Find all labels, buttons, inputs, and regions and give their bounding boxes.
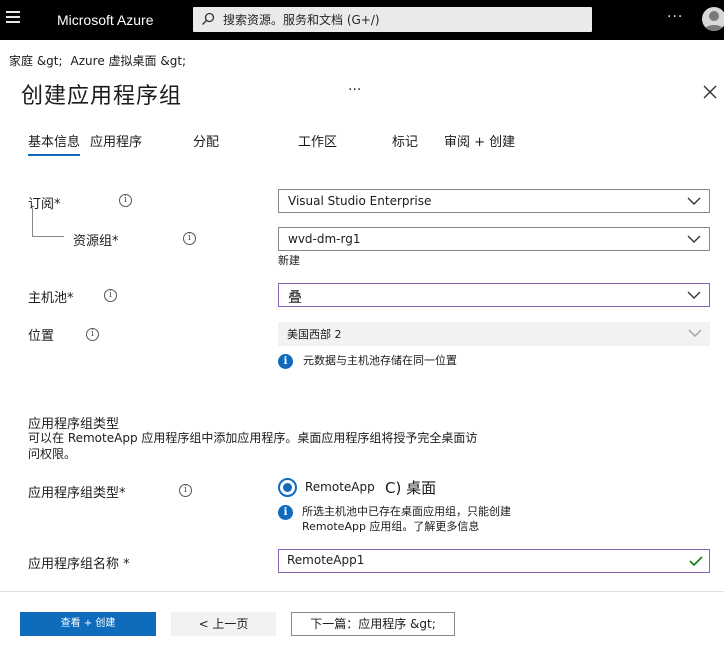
resource-group-info-icon[interactable]: i [183,232,196,245]
subscription-value: Visual Studio Enterprise [288,194,432,208]
brand-name[interactable]: Microsoft Azure [57,12,153,28]
menu-icon[interactable] [6,11,20,25]
search-placeholder[interactable]: 搜索资源。服务和文档 (G+/) [223,11,380,28]
location-value: 美国西部 2 [287,328,342,341]
group-type-note[interactable]: 所选主机池中已存在桌面应用组，只能创建 RemoteApp 应用组。了解更多信息 [302,504,567,534]
page-title: 创建应用程序组 [21,84,183,109]
tab-basics[interactable]: 基本信息 [28,131,81,156]
breadcrumb-home[interactable]: 家庭 &gt; [9,54,63,68]
resource-group-select[interactable]: wvd-dm-rg1 [278,227,710,251]
host-pool-value: 叠 [288,290,302,306]
tab-review-create[interactable]: 审阅 + 创建 [444,131,515,150]
tree-line [32,236,64,237]
desktop-radio-label[interactable]: C) 桌面 [385,477,436,498]
tab-assignments[interactable]: 分配 [193,131,219,150]
close-icon[interactable] [702,84,718,100]
subscription-info-icon[interactable]: i [119,194,132,207]
group-type-info-icon[interactable]: i [179,484,192,497]
chevron-down-icon [687,291,701,299]
breadcrumb-avd[interactable]: Azure 虚拟桌面 &gt; [71,54,187,68]
next-button[interactable]: 下一篇：应用程序 &gt; [291,612,455,636]
group-name-label: 应用程序组名称 * [28,557,130,572]
location-note: 元数据与主机池存储在同一位置 [303,354,457,367]
chevron-down-icon [687,235,701,243]
tab-workspace[interactable]: 工作区 [298,131,337,150]
group-name-field[interactable] [278,549,710,573]
group-type-note-info-icon: i [278,505,293,520]
breadcrumb: 家庭 &gt; Azure 虚拟桌面 &gt; [9,52,194,69]
location-select: 美国西部 2 [278,322,710,346]
resource-group-label: 资源组* [73,234,119,249]
search-box[interactable]: 搜索资源。服务和文档 (G+/) [193,7,592,32]
group-name-input[interactable] [287,553,667,567]
location-info-icon[interactable]: i [86,328,99,341]
tab-tags[interactable]: 标记 [392,131,418,150]
resource-group-value: wvd-dm-rg1 [288,232,361,246]
group-type-section-desc: 可以在 RemoteApp 应用程序组中添加应用程序。桌面应用程序组将授予完全桌… [28,431,478,461]
host-pool-label: 主机池* [28,291,74,306]
avatar[interactable] [702,7,724,31]
remoteapp-radio-label[interactable]: RemoteApp [305,480,375,494]
group-type-label: 应用程序组类型* [28,486,126,501]
host-pool-select[interactable]: 叠 [278,283,710,307]
previous-button[interactable]: < 上一页 [171,612,276,636]
tree-line [32,208,33,236]
location-label: 位置 [28,329,55,344]
more-options-icon[interactable]: ··· [667,9,683,25]
tab-bar: 基本信息 应用程序 分配 工作区 标记 审阅 + 创建 [0,131,724,161]
remoteapp-radio[interactable] [278,478,297,497]
title-more-icon[interactable]: ··· [348,82,361,98]
subscription-select[interactable]: Visual Studio Enterprise [278,189,710,213]
tab-applications[interactable]: 应用程序 [90,131,142,150]
footer-divider [0,591,724,592]
search-icon [202,12,215,25]
host-pool-info-icon[interactable]: i [104,289,117,302]
location-note-info-icon: i [278,354,293,369]
review-create-button[interactable]: 查看 + 创建 [20,612,156,636]
chevron-down-icon [688,329,702,337]
avatar-icon [704,11,724,31]
chevron-down-icon [687,197,701,205]
check-icon [689,556,703,567]
top-bar: Microsoft Azure 搜索资源。服务和文档 (G+/) ··· [0,0,724,40]
create-new-link[interactable]: 新建 [278,252,300,268]
